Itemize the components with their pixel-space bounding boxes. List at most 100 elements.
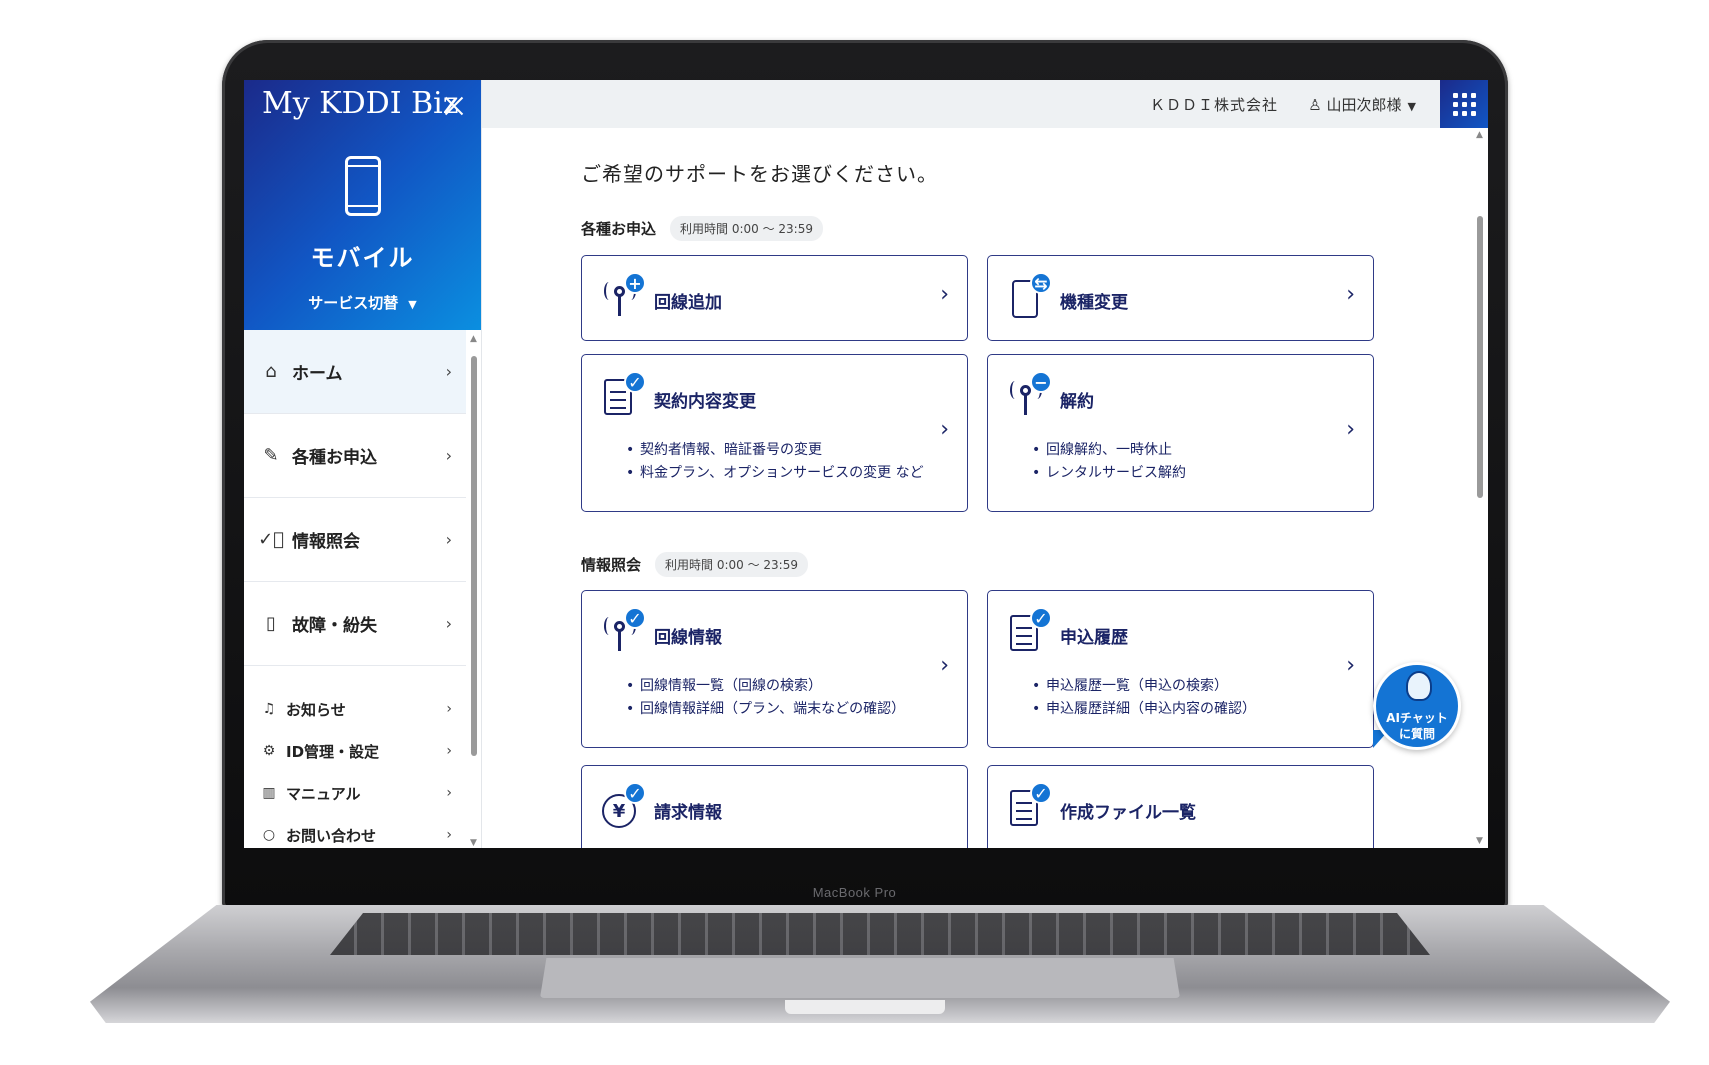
screen: My KDDI Biz モバイル サービス切替 ▼ ⌂ ホーム › ✎ 各種お申込… bbox=[244, 80, 1488, 848]
antenna-check-icon: ✓ bbox=[600, 607, 646, 653]
card-billing-info[interactable]: ¥ ✓ 請求情報 bbox=[581, 765, 968, 848]
sidebar-scrollbar[interactable]: ▲ ▼ bbox=[468, 334, 480, 848]
list-item: 料金プラン、オプションサービスの変更 など bbox=[626, 462, 924, 485]
antenna-minus-icon: − bbox=[1006, 371, 1052, 417]
sidebar-item-home[interactable]: ⌂ ホーム › bbox=[244, 330, 466, 414]
card-contract-change[interactable]: ✓ 契約内容変更 契約者情報、暗証番号の変更 料金プラン、オプションサービスの変… bbox=[581, 354, 968, 512]
scroll-down-icon[interactable]: ▼ bbox=[1476, 836, 1483, 846]
sidebar-item-id-settings[interactable]: ⚙ ID管理・設定 › bbox=[244, 730, 466, 772]
chevron-right-icon: › bbox=[1346, 282, 1355, 307]
laptop-keyboard bbox=[330, 913, 1430, 955]
card-bullets: 回線解約、一時休止 レンタルサービス解約 bbox=[1032, 439, 1186, 485]
service-switch-button[interactable]: サービス切替 ▼ bbox=[244, 292, 481, 313]
chevron-right-icon: › bbox=[1346, 653, 1355, 678]
sidebar-item-breakdown-loss[interactable]: ▯ 故障・紛失 › bbox=[244, 582, 466, 666]
main-scroll-thumb[interactable] bbox=[1477, 216, 1483, 498]
sidebar-item-label: ホーム bbox=[292, 364, 343, 384]
home-icon: ⌂ bbox=[265, 361, 277, 382]
check-circle-icon: ✓⃝ bbox=[258, 529, 284, 550]
card-cancellation[interactable]: − 解約 回線解約、一時休止 レンタルサービス解約 › bbox=[987, 354, 1374, 512]
document-check-icon: ✓ bbox=[1006, 782, 1052, 828]
hours-badge: 利用時間 0:00 ～ 23:59 bbox=[670, 216, 823, 241]
list-item: レンタルサービス解約 bbox=[1032, 462, 1186, 485]
service-switch-label: サービス切替 bbox=[308, 294, 399, 312]
sidebar-item-label: お問い合わせ bbox=[286, 826, 377, 845]
sidebar-item-label: マニュアル bbox=[286, 784, 361, 803]
chevron-right-icon: › bbox=[445, 446, 452, 465]
sidebar-header: My KDDI Biz モバイル サービス切替 ▼ bbox=[244, 80, 481, 330]
card-title: 解約 bbox=[1060, 392, 1094, 412]
card-title: 申込履歴 bbox=[1060, 628, 1128, 648]
chevron-right-icon: › bbox=[446, 701, 452, 717]
chevron-right-icon: › bbox=[446, 827, 452, 843]
sidebar-item-label: 情報照会 bbox=[292, 532, 360, 552]
list-item: 回線情報一覧（回線の検索） bbox=[626, 675, 905, 698]
sidebar-item-applications[interactable]: ✎ 各種お申込 › bbox=[244, 414, 466, 498]
main-content: ご希望のサポートをお選びください。 各種お申込 利用時間 0:00 ～ 23:5… bbox=[482, 128, 1472, 848]
yen-check-icon: ¥ ✓ bbox=[600, 782, 646, 828]
card-title: 請求情報 bbox=[654, 803, 722, 823]
sidebar-item-manual[interactable]: ▥ マニュアル › bbox=[244, 772, 466, 814]
assistant-avatar-icon bbox=[1406, 671, 1432, 701]
card-title: 回線情報 bbox=[654, 628, 722, 648]
sidebar-subnav: ♫ お知らせ › ⚙ ID管理・設定 › ▥ マニュアル › ○ お問い合わせ bbox=[244, 666, 466, 848]
section-title-label: 情報照会 bbox=[581, 556, 642, 574]
list-item: 回線情報詳細（プラン、端末などの確認） bbox=[626, 698, 905, 721]
service-name: モバイル bbox=[310, 244, 415, 272]
ai-chat-sublabel: に質問 bbox=[1398, 727, 1435, 741]
phone-swap-icon: ⇆ bbox=[1006, 272, 1052, 318]
hours-badge: 利用時間 0:00 ～ 23:59 bbox=[655, 552, 808, 577]
document-check-icon: ✓ bbox=[600, 371, 646, 417]
section-title-label: 各種お申込 bbox=[581, 220, 657, 238]
scroll-up-icon[interactable]: ▲ bbox=[470, 334, 477, 344]
app-grid-icon[interactable] bbox=[1440, 80, 1488, 128]
sidebar: My KDDI Biz モバイル サービス切替 ▼ ⌂ ホーム › ✎ 各種お申込… bbox=[244, 80, 482, 848]
card-created-files[interactable]: ✓ 作成ファイル一覧 bbox=[987, 765, 1374, 848]
list-item: 回線解約、一時休止 bbox=[1032, 439, 1186, 462]
card-line-add[interactable]: + 回線追加 › bbox=[581, 255, 968, 341]
bell-icon: ♫ bbox=[262, 701, 276, 717]
sidebar-item-notices[interactable]: ♫ お知らせ › bbox=[244, 688, 466, 730]
caret-down-icon: ▼ bbox=[1407, 100, 1416, 113]
chevron-right-icon: › bbox=[445, 614, 452, 633]
page-title: ご希望のサポートをお選びください。 bbox=[581, 162, 938, 186]
card-title: 作成ファイル一覧 bbox=[1060, 803, 1196, 823]
chevron-right-icon: › bbox=[1346, 417, 1355, 442]
caret-down-icon: ▼ bbox=[408, 298, 417, 311]
card-model-change[interactable]: ⇆ 機種変更 › bbox=[987, 255, 1374, 341]
section-title-applications: 各種お申込 利用時間 0:00 ～ 23:59 bbox=[581, 216, 823, 241]
mobile-phone-icon bbox=[345, 156, 381, 216]
list-item: 申込履歴一覧（申込の検索） bbox=[1032, 675, 1256, 698]
card-line-info[interactable]: ✓ 回線情報 回線情報一覧（回線の検索） 回線情報詳細（プラン、端末などの確認）… bbox=[581, 590, 968, 748]
user-menu[interactable]: ♙ 山田次郎様 ▼ bbox=[1308, 94, 1416, 115]
top-header: ＫＤＤＩ株式会社 ♙ 山田次郎様 ▼ bbox=[482, 80, 1488, 128]
document-check-icon: ✓ bbox=[1006, 607, 1052, 653]
user-name: 山田次郎様 bbox=[1326, 96, 1402, 114]
scroll-down-icon[interactable]: ▼ bbox=[470, 838, 477, 848]
sidebar-item-label: 各種お申込 bbox=[292, 448, 377, 468]
sidebar-item-inquiry[interactable]: ✓⃝ 情報照会 › bbox=[244, 498, 466, 582]
chevron-right-icon: › bbox=[940, 282, 949, 307]
help-icon: ○ bbox=[262, 827, 276, 843]
close-icon[interactable] bbox=[440, 92, 468, 120]
card-application-history[interactable]: ✓ 申込履歴 申込履歴一覧（申込の検索） 申込履歴詳細（申込内容の確認） › bbox=[987, 590, 1374, 748]
sidebar-nav: ⌂ ホーム › ✎ 各種お申込 › ✓⃝ 情報照会 › ▯ 故障・紛失 › ♫ … bbox=[244, 330, 466, 848]
chevron-right-icon: › bbox=[445, 530, 452, 549]
sidebar-item-contact[interactable]: ○ お問い合わせ › bbox=[244, 814, 466, 848]
card-bullets: 契約者情報、暗証番号の変更 料金プラン、オプションサービスの変更 など bbox=[626, 439, 924, 485]
scroll-up-icon[interactable]: ▲ bbox=[1476, 130, 1483, 140]
chevron-right-icon: › bbox=[446, 785, 452, 801]
chevron-right-icon: › bbox=[940, 653, 949, 678]
user-icon: ♙ bbox=[1308, 96, 1322, 114]
device-brand-label: MacBook Pro bbox=[812, 885, 897, 900]
chevron-right-icon: › bbox=[445, 362, 452, 381]
book-icon: ▥ bbox=[262, 785, 276, 801]
card-title: 機種変更 bbox=[1060, 293, 1128, 313]
card-bullets: 回線情報一覧（回線の検索） 回線情報詳細（プラン、端末などの確認） bbox=[626, 675, 905, 721]
sidebar-scroll-thumb[interactable] bbox=[471, 356, 477, 756]
list-item: 申込履歴詳細（申込内容の確認） bbox=[1032, 698, 1256, 721]
ai-chat-button[interactable]: AIチャット に質問 bbox=[1373, 662, 1461, 750]
main-scrollbar[interactable]: ▲ ▼ bbox=[1472, 128, 1488, 848]
card-bullets: 申込履歴一覧（申込の検索） 申込履歴詳細（申込内容の確認） bbox=[1032, 675, 1256, 721]
chevron-right-icon: › bbox=[446, 743, 452, 759]
